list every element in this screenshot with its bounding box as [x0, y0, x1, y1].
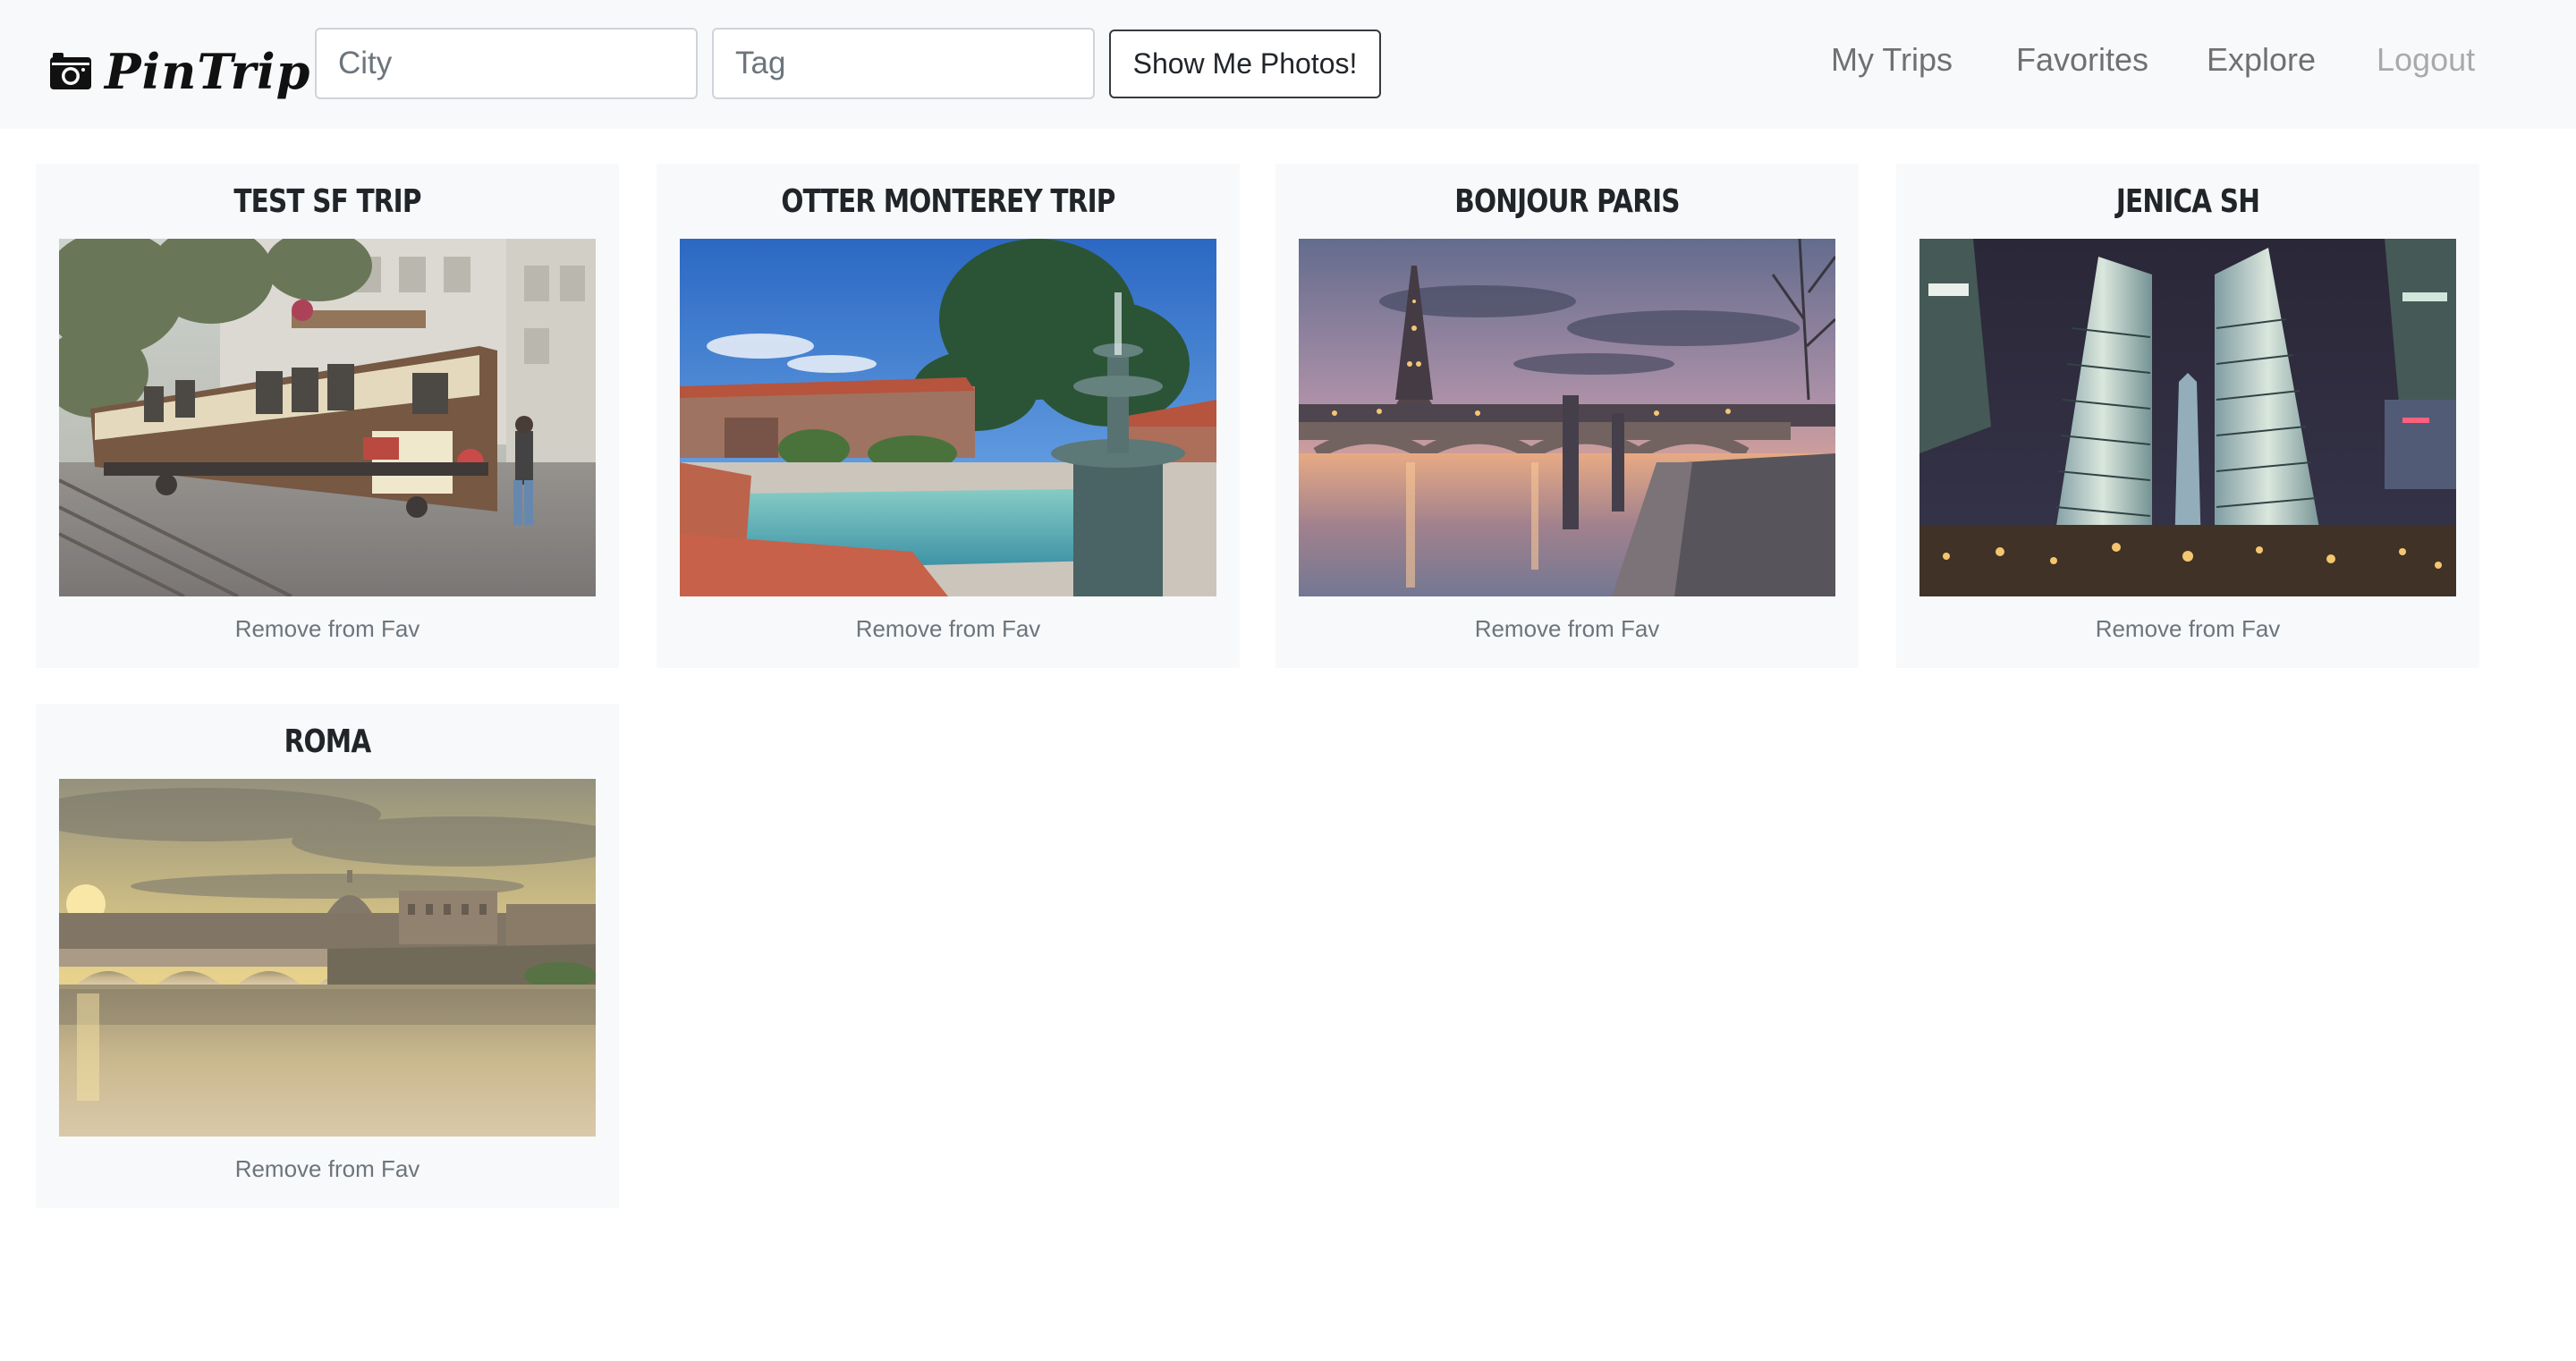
trip-card[interactable]: OTTER MONTEREY TRIP Remove from Fav — [657, 164, 1240, 668]
nav-links: My Trips Favorites Explore Logout — [0, 0, 2576, 129]
nav-logout-link[interactable]: Logout — [2377, 41, 2475, 79]
paris-seine-sunset-photo[interactable] — [1299, 239, 1835, 596]
trip-card[interactable]: BONJOUR PARIS Remove from Fav — [1275, 164, 1859, 668]
nav-explore-link[interactable]: Explore — [2207, 41, 2316, 79]
nav-my-trips-link[interactable]: My Trips — [1831, 41, 1953, 79]
monterey-fountain-photo[interactable] — [680, 239, 1216, 596]
navbar: PinTrip Show Me Photos! My Trips Favorit… — [0, 0, 2576, 129]
remove-from-fav-link[interactable]: Remove from Fav — [1896, 615, 2479, 643]
remove-from-fav-link[interactable]: Remove from Fav — [36, 615, 619, 643]
card-title: OTTER MONTEREY TRIP — [781, 183, 1115, 220]
nav-favorites-link[interactable]: Favorites — [2016, 41, 2148, 79]
shanghai-skyscrapers-photo[interactable] — [1919, 239, 2456, 596]
san-francisco-cable-car-photo[interactable] — [59, 239, 596, 596]
rome-tiber-sunset-photo[interactable] — [59, 779, 596, 1137]
remove-from-fav-link[interactable]: Remove from Fav — [36, 1155, 619, 1183]
card-title: ROMA — [284, 723, 372, 760]
card-title: TEST SF TRIP — [233, 183, 421, 220]
card-title: JENICA SH — [2115, 183, 2260, 220]
remove-from-fav-link[interactable]: Remove from Fav — [657, 615, 1240, 643]
trip-card[interactable]: TEST SF TRIP Remove from Fav — [36, 164, 619, 668]
trip-card[interactable]: ROMA Remove from Fav — [36, 704, 619, 1208]
remove-from-fav-link[interactable]: Remove from Fav — [1275, 615, 1859, 643]
card-title: BONJOUR PARIS — [1454, 183, 1680, 220]
trip-card[interactable]: JENICA SH Remove from Fav — [1896, 164, 2479, 668]
